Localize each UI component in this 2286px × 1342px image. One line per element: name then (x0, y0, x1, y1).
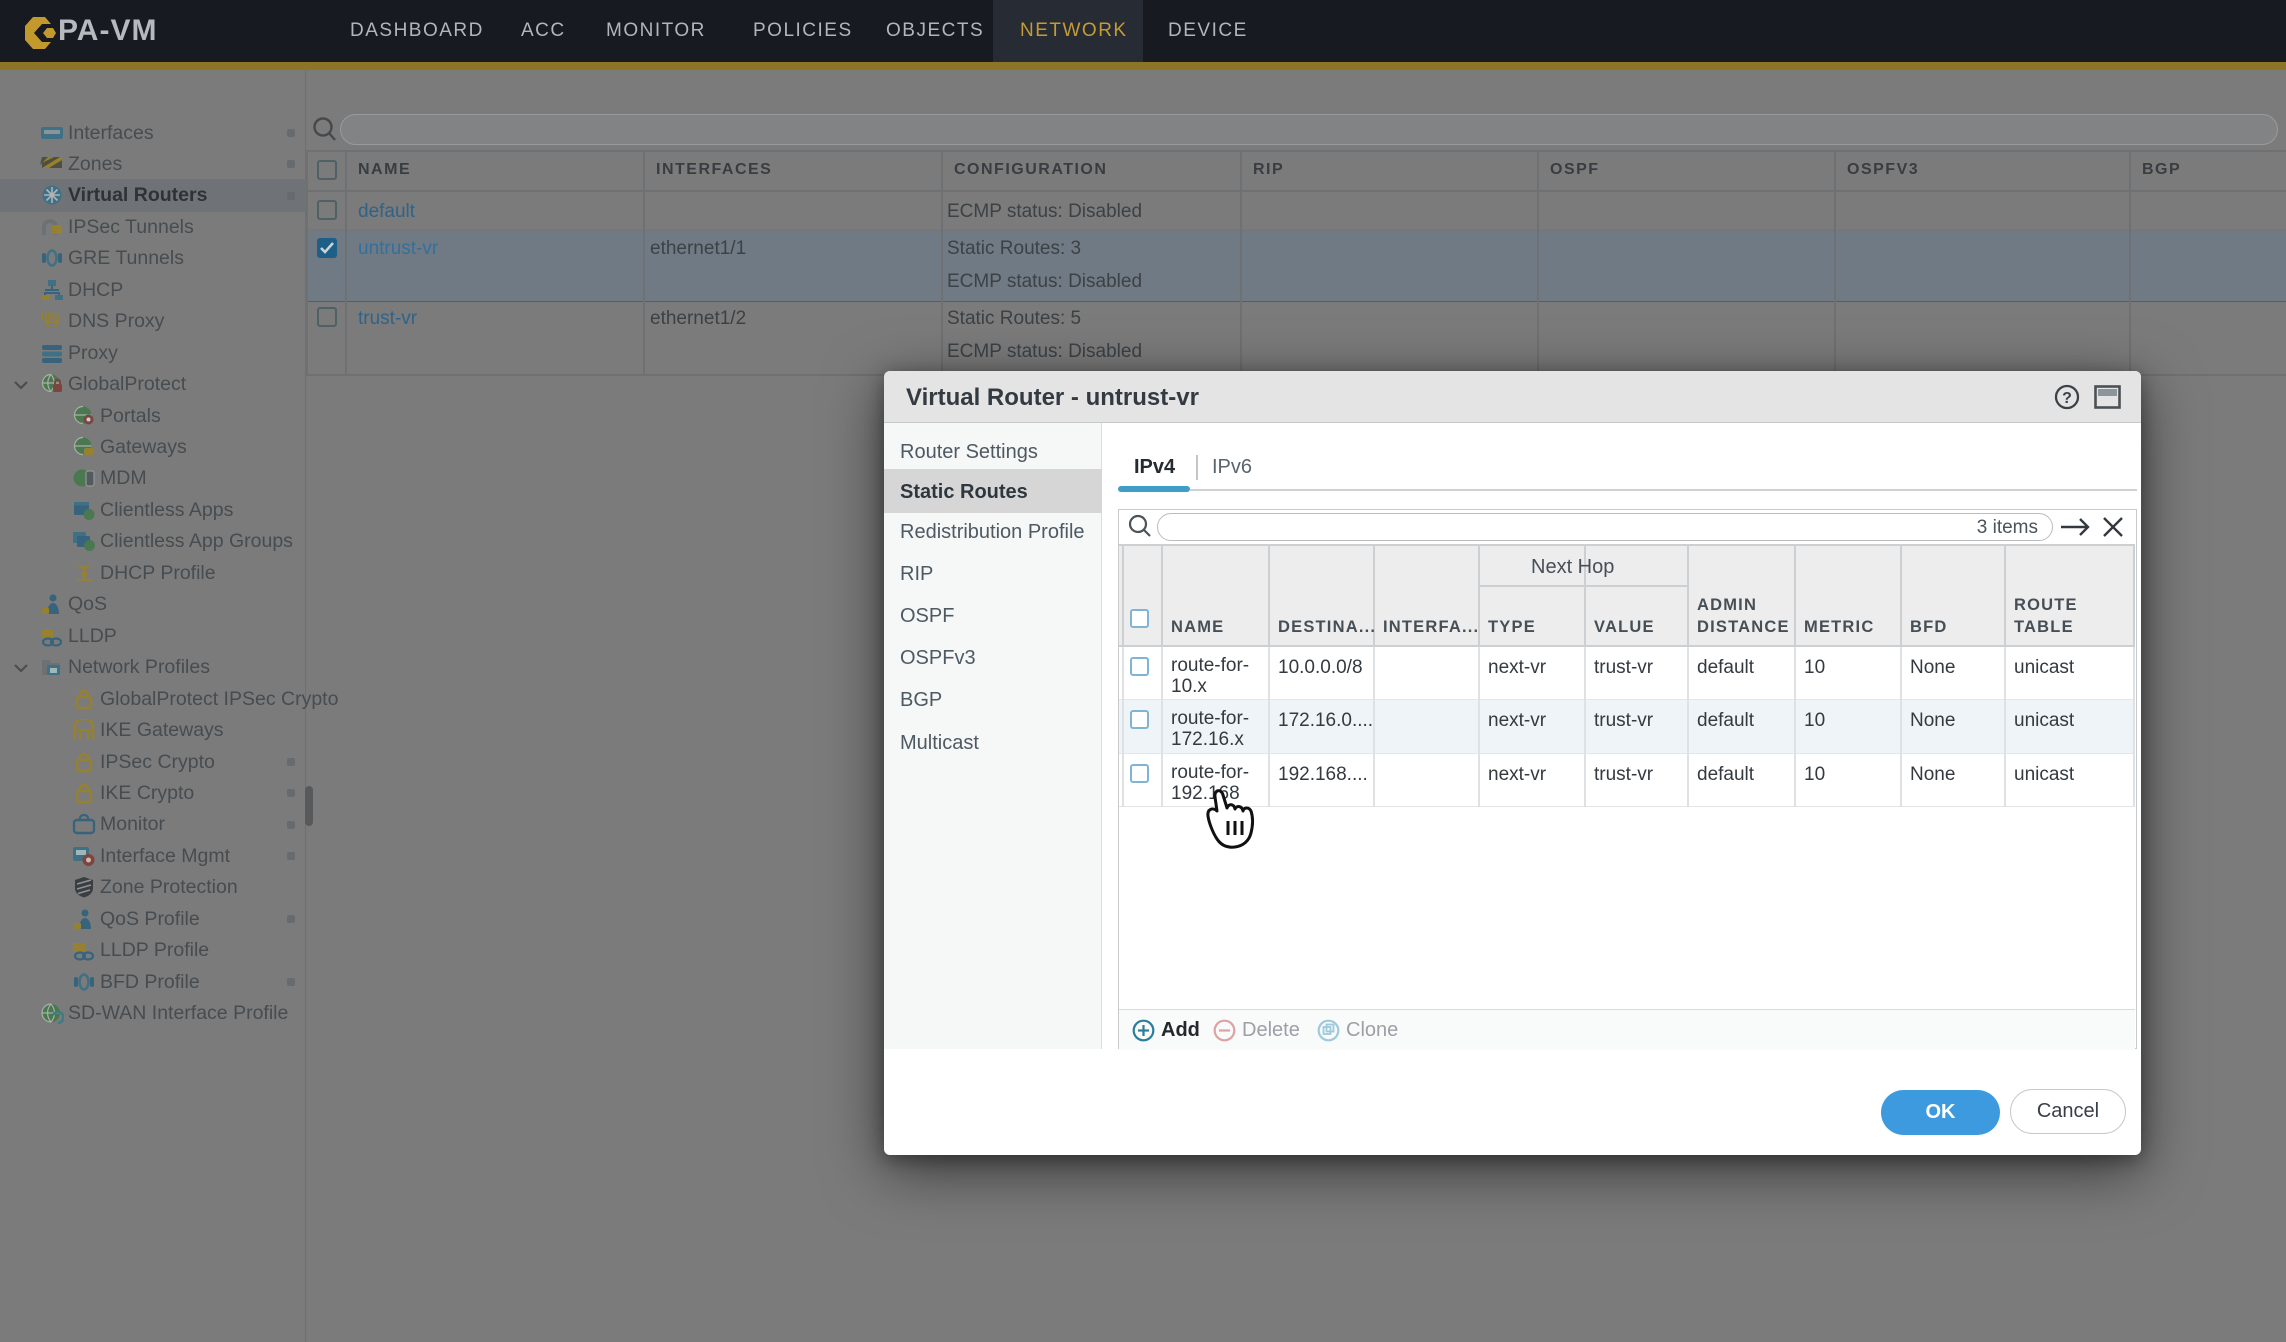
svg-text:?: ? (2062, 390, 2072, 407)
svg-text:DNS: DNS (41, 311, 60, 321)
